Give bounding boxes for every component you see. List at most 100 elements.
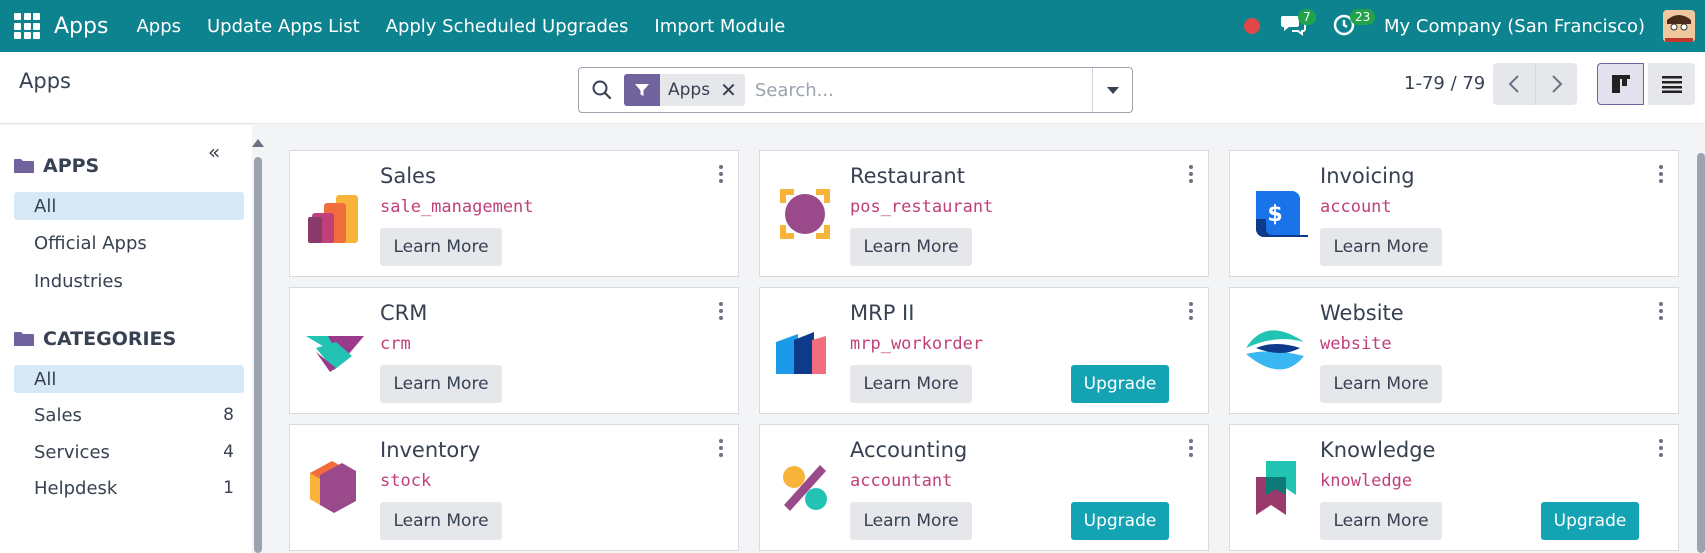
app-title: CRM bbox=[380, 301, 428, 325]
app-module-name: account bbox=[1320, 197, 1392, 217]
app-card-accounting[interactable]: Accounting accountant Learn More Upgrade bbox=[759, 424, 1209, 551]
app-title: Knowledge bbox=[1320, 438, 1436, 462]
pager-previous-button[interactable] bbox=[1493, 63, 1535, 105]
category-count: 4 bbox=[223, 442, 234, 462]
category-count: 1 bbox=[223, 478, 234, 498]
activities-clock-icon[interactable]: 23 bbox=[1332, 9, 1376, 39]
sidebar-item-all-apps[interactable]: All bbox=[14, 192, 244, 220]
learn-more-button[interactable]: Learn More bbox=[850, 365, 972, 403]
menu-apps[interactable]: Apps bbox=[136, 16, 181, 37]
sidebar-item-official-apps[interactable]: Official Apps bbox=[14, 229, 244, 257]
crm-icon bbox=[306, 336, 364, 372]
apps-section-heading: APPS bbox=[14, 155, 99, 177]
menu-import-module[interactable]: Import Module bbox=[654, 16, 785, 37]
card-menu-icon[interactable] bbox=[718, 439, 724, 457]
company-switcher[interactable]: My Company (San Francisco) bbox=[1384, 16, 1645, 37]
website-icon bbox=[1246, 330, 1304, 370]
kanban-view-button[interactable] bbox=[1597, 63, 1644, 105]
app-card-restaurant[interactable]: Restaurant pos_restaurant Learn More bbox=[759, 150, 1209, 277]
facet-remove-icon[interactable]: ✕ bbox=[718, 74, 745, 106]
app-module-name: accountant bbox=[850, 471, 953, 491]
card-menu-icon[interactable] bbox=[1188, 302, 1194, 320]
sidebar-category-sales[interactable]: Sales 8 bbox=[14, 401, 244, 429]
messages-badge: 7 bbox=[1298, 9, 1316, 25]
learn-more-button[interactable]: Learn More bbox=[380, 502, 502, 540]
app-grid-icon[interactable] bbox=[14, 13, 40, 39]
main-scrollbar[interactable] bbox=[1695, 125, 1705, 553]
search-panel-sidebar: « APPS All Official Apps Industries CATE… bbox=[0, 125, 252, 553]
sidebar-item-label: Official Apps bbox=[34, 232, 147, 254]
search-bar: Apps ✕ bbox=[578, 67, 1133, 113]
app-card-knowledge[interactable]: Knowledge knowledge Learn More Upgrade bbox=[1229, 424, 1679, 551]
sidebar-item-label: Services bbox=[34, 441, 110, 463]
app-card-mrp-ii[interactable]: MRP II mrp_workorder Learn More Upgrade bbox=[759, 287, 1209, 414]
top-navbar: Apps Apps Update Apps List Apply Schedul… bbox=[0, 0, 1705, 52]
app-card-sales[interactable]: Sales sale_management Learn More bbox=[289, 150, 739, 277]
folder-icon bbox=[14, 159, 34, 173]
app-module-name: sale_management bbox=[380, 197, 534, 217]
sidebar-category-helpdesk[interactable]: Helpdesk 1 bbox=[14, 474, 244, 502]
search-input[interactable] bbox=[754, 79, 1075, 101]
app-title: Accounting bbox=[850, 438, 968, 462]
sidebar-category-services[interactable]: Services 4 bbox=[14, 438, 244, 466]
sales-icon bbox=[308, 195, 358, 243]
facet-label: Apps bbox=[668, 80, 711, 100]
learn-more-button[interactable]: Learn More bbox=[380, 228, 502, 266]
upgrade-button[interactable]: Upgrade bbox=[1071, 502, 1169, 540]
app-card-inventory[interactable]: Inventory stock Learn More bbox=[289, 424, 739, 551]
upgrade-button[interactable]: Upgrade bbox=[1071, 365, 1169, 403]
learn-more-button[interactable]: Learn More bbox=[1320, 228, 1442, 266]
user-avatar[interactable] bbox=[1663, 10, 1695, 42]
card-menu-icon[interactable] bbox=[1188, 439, 1194, 457]
sidebar-scrollbar[interactable] bbox=[252, 125, 264, 553]
learn-more-button[interactable]: Learn More bbox=[1320, 365, 1442, 403]
list-view-button[interactable] bbox=[1648, 63, 1695, 105]
card-menu-icon[interactable] bbox=[1188, 165, 1194, 183]
collapse-sidebar-icon[interactable]: « bbox=[208, 140, 220, 164]
control-panel: Apps Apps ✕ 1-79 / 79 bbox=[0, 52, 1705, 124]
card-menu-icon[interactable] bbox=[1658, 165, 1664, 183]
pager-value[interactable]: 1-79 / 79 bbox=[1404, 73, 1485, 94]
card-menu-icon[interactable] bbox=[718, 165, 724, 183]
app-title: Sales bbox=[380, 164, 436, 188]
menu-update-apps-list[interactable]: Update Apps List bbox=[207, 16, 360, 37]
search-options-toggle[interactable] bbox=[1092, 68, 1132, 112]
svg-text:$: $ bbox=[1267, 202, 1282, 227]
app-card-invoicing[interactable]: $ Invoicing account Learn More bbox=[1229, 150, 1679, 277]
card-menu-icon[interactable] bbox=[718, 302, 724, 320]
app-title: Invoicing bbox=[1320, 164, 1415, 188]
sidebar-category-all[interactable]: All bbox=[14, 365, 244, 393]
menu-apply-scheduled-upgrades[interactable]: Apply Scheduled Upgrades bbox=[386, 16, 629, 37]
inventory-icon bbox=[310, 461, 356, 513]
pager-next-button[interactable] bbox=[1535, 63, 1577, 105]
sidebar-item-industries[interactable]: Industries bbox=[14, 267, 244, 295]
app-title: MRP II bbox=[850, 301, 915, 325]
app-card-crm[interactable]: CRM crm Learn More bbox=[289, 287, 739, 414]
learn-more-button[interactable]: Learn More bbox=[1320, 502, 1442, 540]
messages-icon[interactable]: 7 bbox=[1280, 9, 1316, 39]
list-icon bbox=[1661, 76, 1682, 93]
upgrade-button[interactable]: Upgrade bbox=[1541, 502, 1639, 540]
app-title: Website bbox=[1320, 301, 1404, 325]
mrp-icon bbox=[776, 332, 826, 374]
kanban-icon bbox=[1611, 75, 1630, 93]
learn-more-button[interactable]: Learn More bbox=[380, 365, 502, 403]
chevron-right-icon bbox=[1551, 75, 1562, 93]
card-menu-icon[interactable] bbox=[1658, 439, 1664, 457]
search-icon[interactable] bbox=[590, 78, 614, 102]
sidebar-item-label: Helpdesk bbox=[34, 477, 118, 499]
navbar-brand[interactable]: Apps bbox=[54, 14, 108, 39]
apps-heading-label: APPS bbox=[43, 155, 100, 177]
sidebar-item-label: Sales bbox=[34, 404, 82, 426]
learn-more-button[interactable]: Learn More bbox=[850, 502, 972, 540]
recording-indicator-icon[interactable] bbox=[1244, 18, 1261, 34]
learn-more-button[interactable]: Learn More bbox=[850, 228, 972, 266]
page-title: Apps bbox=[19, 69, 71, 93]
app-card-website[interactable]: Website website Learn More bbox=[1229, 287, 1679, 414]
app-module-name: knowledge bbox=[1320, 471, 1413, 491]
sidebar-item-label: Industries bbox=[34, 270, 123, 292]
app-module-name: stock bbox=[380, 471, 432, 491]
category-count: 8 bbox=[223, 405, 234, 425]
accounting-icon bbox=[783, 465, 827, 511]
card-menu-icon[interactable] bbox=[1658, 302, 1664, 320]
